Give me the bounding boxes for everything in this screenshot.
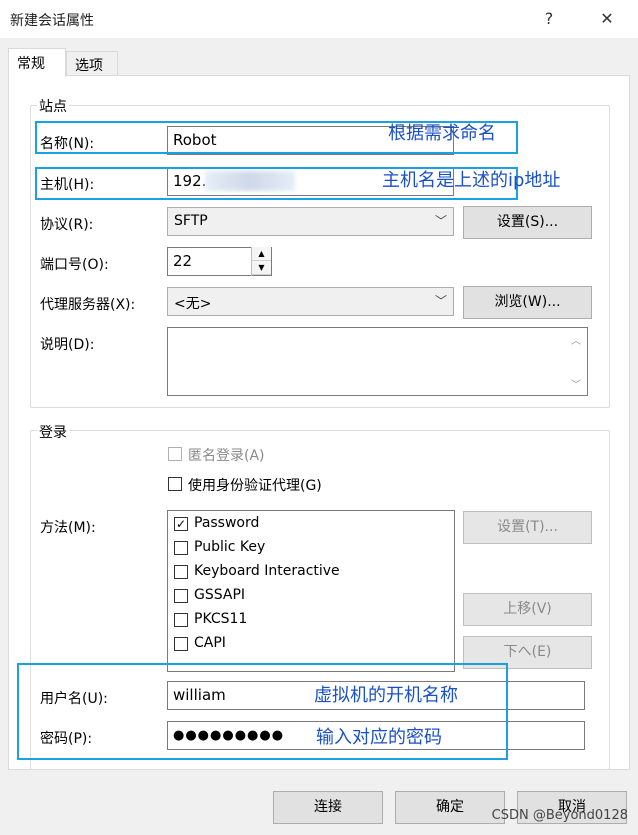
port-stepper[interactable]: ▲ ▼ [251,247,271,276]
anonymous-label: 匿名登录(A) [188,448,265,464]
annotation-user-text: 虚拟机的开机名称 [314,685,458,706]
annotation-name-text: 根据需求命名 [388,123,496,144]
protocol-select[interactable]: SFTP ﹀ [167,207,454,236]
site-group-title: 站点 [37,96,69,116]
title-bar: 新建会话属性 ? ✕ [0,0,638,38]
method-gssapi-label: GSSAPI [194,587,246,603]
method-pkcs11-checkbox[interactable] [174,613,188,627]
spin-up-icon[interactable]: ▲ [252,247,271,261]
chevron-down-icon: ﹀ [434,294,447,308]
method-settings-button[interactable]: 设置(T)... [463,511,592,544]
tab-general[interactable]: 常规 [8,48,66,77]
method-gssapi-checkbox[interactable] [174,589,188,603]
tab-options[interactable]: 选项 [66,51,118,75]
anonymous-checkbox[interactable] [168,447,182,461]
login-group-title: 登录 [37,422,69,442]
auth-agent-checkbox[interactable] [168,477,182,491]
proxy-value: <无> [174,296,212,312]
method-publickey-label: Public Key [194,539,266,555]
method-capi-label: CAPI [194,635,226,651]
protocol-settings-button[interactable]: 设置(S)... [463,206,592,239]
port-label: 端口号(O): [40,257,109,273]
method-label: 方法(M): [40,520,96,536]
protocol-value: SFTP [174,213,208,229]
chevron-down-icon: ﹀ [434,214,447,228]
method-keyboard-checkbox[interactable] [174,565,188,579]
annotation-password-text: 输入对应的密码 [316,727,442,748]
auth-agent-label: 使用身份验证代理(G) [188,478,322,494]
scroll-down-icon[interactable]: ﹀ [571,376,581,391]
protocol-label: 协议(R): [40,217,94,233]
proxy-label: 代理服务器(X): [40,297,136,313]
method-capi-checkbox[interactable] [174,637,188,651]
close-icon[interactable]: ✕ [592,4,622,34]
proxy-browse-button[interactable]: 浏览(W)... [463,286,592,319]
method-pkcs11-label: PKCS11 [194,611,248,627]
method-keyboard-label: Keyboard Interactive [194,563,340,579]
spin-down-icon[interactable]: ▼ [252,261,271,275]
annotation-host-text: 主机名是上述的ip地址 [382,170,561,191]
port-value: 22 [173,252,193,270]
description-label: 说明(D): [40,337,95,353]
proxy-select[interactable]: <无> ﹀ [167,287,454,316]
method-password-checkbox[interactable]: ✓ [174,517,188,531]
scroll-up-icon[interactable]: ︿ [571,332,581,347]
port-input[interactable]: 22 ▲ ▼ [167,247,272,276]
method-password-label: Password [194,515,260,531]
method-publickey-checkbox[interactable] [174,541,188,555]
ok-button[interactable]: 确定 [395,791,505,824]
connect-button[interactable]: 连接 [273,791,383,824]
window-title: 新建会话属性 [10,13,94,29]
description-textarea[interactable]: ︿ ﹀ [167,327,588,396]
help-icon[interactable]: ? [534,4,564,34]
move-up-button[interactable]: 上移(V) [463,593,592,626]
watermark: CSDN @Beyond0128 [491,808,628,823]
